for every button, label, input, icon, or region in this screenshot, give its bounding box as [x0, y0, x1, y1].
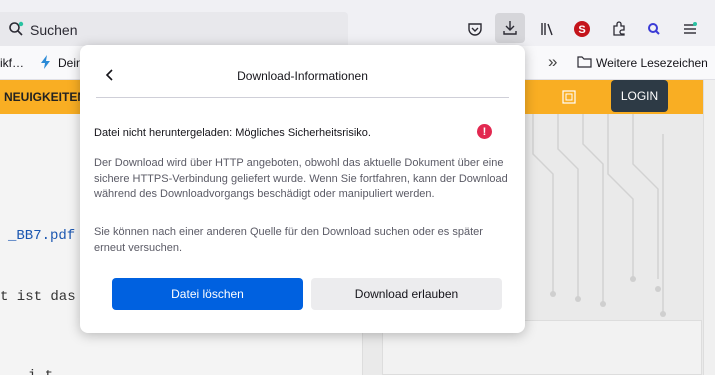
search-icon [9, 21, 24, 36]
allow-download-button[interactable]: Download erlauben [311, 278, 502, 310]
bookmarks-overflow-icon[interactable]: » [548, 52, 557, 72]
nav-link-neuigkeiten[interactable]: NEUIGKEITEN [4, 90, 86, 104]
separator [96, 97, 509, 98]
warning-description: Der Download wird über HTTP angeboten, o… [94, 157, 508, 200]
folder-icon [577, 56, 592, 68]
ublock-icon[interactable]: S [568, 15, 596, 43]
svg-text:S: S [578, 24, 585, 36]
login-button[interactable]: LOGIN [611, 80, 668, 112]
qr-icon[interactable] [562, 90, 576, 104]
warning-title: Datei nicht heruntergeladen: Mögliches S… [94, 127, 371, 139]
code-line: t ist das [0, 289, 76, 305]
menu-icon[interactable] [676, 15, 704, 43]
account-icon[interactable] [640, 15, 668, 43]
extensions-icon[interactable] [605, 15, 633, 43]
download-info-panel: Download-Informationen Datei nicht herun… [80, 45, 525, 333]
search-placeholder: Suchen [30, 22, 78, 38]
lightning-icon [41, 55, 50, 69]
pocket-icon[interactable] [461, 15, 489, 43]
panel-title: Download-Informationen [237, 69, 368, 83]
bookmark-item[interactable]: ikf… [0, 56, 24, 70]
delete-file-button[interactable]: Datei löschen [112, 278, 303, 310]
bookmark-item[interactable]: Dein [58, 56, 83, 70]
downloads-icon[interactable] [495, 13, 525, 43]
code-line: i t [28, 368, 53, 375]
warning-icon: ! [477, 124, 492, 139]
retry-hint: Sie können nach einer anderen Quelle für… [94, 226, 483, 254]
page-scrollbar[interactable] [703, 80, 715, 375]
library-icon[interactable] [533, 15, 561, 43]
browser-window: Suchen S ikf… Dein » Weitere Lesezeichen… [0, 0, 715, 375]
file-link[interactable]: _BB7.pdf [8, 228, 75, 244]
other-bookmarks[interactable]: Weitere Lesezeichen [596, 56, 708, 70]
